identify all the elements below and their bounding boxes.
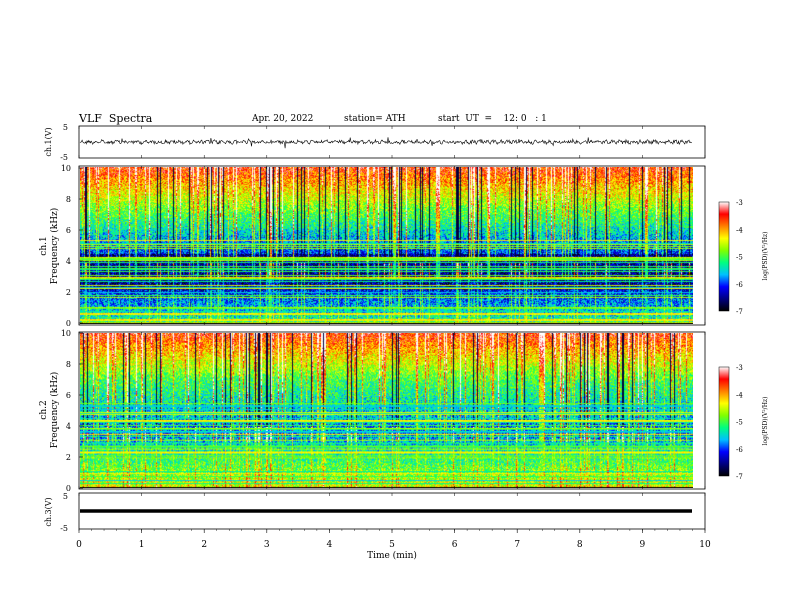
ch2-spectrogram-ytick-10: 10 (61, 329, 71, 338)
ch2-spectrogram-ytick-4: 4 (66, 422, 71, 431)
ch1-spectrogram-ytick-0: 0 (66, 319, 71, 328)
colorbar-1: -3 -4 -5 -6 -7 log(PSD)(V²/Hz) (718, 199, 769, 316)
x-tick-label-3: 3 (264, 540, 270, 550)
ch2-spectrogram-ylabel-ch: ch.2 (39, 400, 49, 419)
colorbar-1-tick--6: -6 (736, 281, 743, 289)
ch1-spectrogram-ylabel-freq: Frequency (kHz) (49, 208, 60, 285)
x-tick-label-8: 8 (577, 540, 583, 550)
x-tick-label-4: 4 (327, 540, 333, 550)
ch1-spectrogram-ytick-8: 8 (66, 195, 71, 204)
x-tick-label-10: 10 (699, 540, 711, 550)
x-tick-label-5: 5 (389, 540, 395, 550)
ch1-spectrogram-ytick-10: 10 (61, 164, 71, 173)
ch2-spectrogram-panel: 0246810 ch.2 Frequency (kHz) (39, 329, 706, 493)
ch1-spectrogram-ytick-4: 4 (66, 257, 71, 266)
x-tick-label-7: 7 (514, 540, 520, 550)
x-tick-label-9: 9 (640, 540, 646, 550)
ch2-spectrogram-ytick-8: 8 (66, 360, 71, 369)
colorbar-1-bar (718, 201, 730, 312)
colorbar-2-tick--4: -4 (736, 391, 743, 399)
ch1-spectrogram-ytick-6: 6 (66, 226, 71, 235)
ch1-spectrogram-ylabel-ch: ch.1 (39, 236, 49, 255)
ch3-panel: 5 -5 ch.3(V) (44, 492, 706, 533)
ch1-spectrogram-ytick-2: 2 (66, 288, 71, 297)
ch1-spectrogram-panel: 0 2 4 6 8 10 ch.1 Frequency (kHz) (39, 164, 706, 328)
ch3-ylabel: ch.3(V) (44, 497, 53, 526)
ch1-spectrogram-image (80, 167, 693, 324)
ch1-ylabel: ch.1(V) (44, 127, 53, 156)
vlf-figure: 5 -5 ch.1(V) 0246810 ch.1 Frequency (kHz… (39, 123, 769, 561)
colorbar-2-tick--3: -3 (736, 364, 743, 372)
x-tick-label-6: 6 (452, 540, 458, 550)
colorbar-2-tick--7: -7 (736, 473, 743, 481)
colorbar-2-bar (718, 366, 730, 477)
colorbar-2: -3 -4 -5 -6 -7 log(PSD)(V²/Hz) (718, 364, 769, 481)
colorbar-1-tick--5: -5 (736, 254, 743, 262)
ch2-spectrogram-image (80, 333, 693, 488)
x-axis-label: Time (min) (367, 550, 417, 561)
x-tick-label-1: 1 (139, 540, 145, 550)
colorbar-2-tick--6: -6 (736, 446, 743, 454)
ch3-ytick-bottom: -5 (60, 524, 68, 533)
colorbar-1-tick--7: -7 (736, 308, 743, 316)
colorbar-1-tick--4: -4 (736, 226, 743, 234)
ch1-ytick-bottom: -5 (60, 153, 68, 162)
ch2-spectrogram-ytick-2: 2 (66, 453, 71, 462)
ch2-spectrogram-ylabel-freq: Frequency (kHz) (49, 372, 60, 449)
colorbar-2-label: log(PSD)(V²/Hz) (762, 397, 769, 446)
ch1-panel: 5 -5 ch.1(V) (44, 123, 706, 162)
x-tick-label-2: 2 (201, 540, 207, 550)
colorbar-1-label: log(PSD)(V²/Hz) (762, 232, 769, 281)
colorbar-2-tick--5: -5 (736, 419, 743, 427)
x-tick-label-0: 0 (76, 540, 82, 550)
ch1-ytick-top: 5 (63, 123, 68, 132)
ch2-spectrogram-ytick-6: 6 (66, 391, 71, 400)
ch3-ytick-top: 5 (63, 492, 68, 501)
colorbar-1-tick--3: -3 (736, 199, 743, 207)
